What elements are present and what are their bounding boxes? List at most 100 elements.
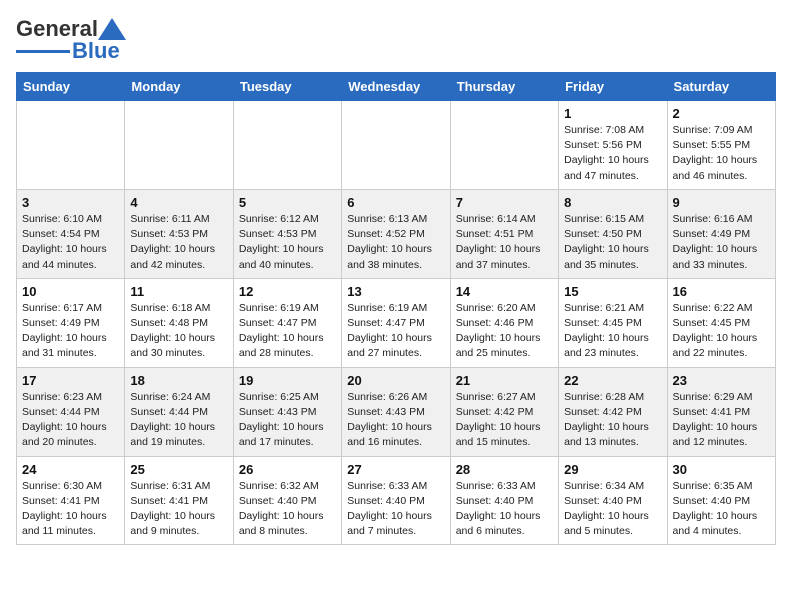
- day-info: Sunrise: 6:26 AM Sunset: 4:43 PM Dayligh…: [347, 390, 444, 451]
- day-info: Sunrise: 6:21 AM Sunset: 4:45 PM Dayligh…: [564, 301, 661, 362]
- day-info: Sunrise: 6:12 AM Sunset: 4:53 PM Dayligh…: [239, 212, 336, 273]
- day-info: Sunrise: 6:13 AM Sunset: 4:52 PM Dayligh…: [347, 212, 444, 273]
- day-number: 24: [22, 462, 119, 477]
- weekday-header-thursday: Thursday: [450, 73, 558, 101]
- day-info: Sunrise: 6:10 AM Sunset: 4:54 PM Dayligh…: [22, 212, 119, 273]
- day-info: Sunrise: 6:32 AM Sunset: 4:40 PM Dayligh…: [239, 479, 336, 540]
- calendar-cell: 2 Sunrise: 7:09 AM Sunset: 5:55 PM Daylig…: [667, 101, 775, 190]
- day-number: 13: [347, 284, 444, 299]
- calendar-cell: [233, 101, 341, 190]
- logo-blue-text: Blue: [72, 38, 120, 64]
- day-info: Sunrise: 6:22 AM Sunset: 4:45 PM Dayligh…: [673, 301, 770, 362]
- calendar-cell: [450, 101, 558, 190]
- calendar-cell: 15Sunrise: 6:21 AM Sunset: 4:45 PM Dayli…: [559, 278, 667, 367]
- day-number: 25: [130, 462, 227, 477]
- day-number: 6: [347, 195, 444, 210]
- day-number: 14: [456, 284, 553, 299]
- day-info: Sunrise: 6:19 AM Sunset: 4:47 PM Dayligh…: [347, 301, 444, 362]
- calendar-cell: 5Sunrise: 6:12 AM Sunset: 4:53 PM Daylig…: [233, 189, 341, 278]
- calendar-week-row: 17 Sunrise: 6:23 AM Sunset: 4:44 PM Dayli…: [17, 367, 776, 456]
- day-number: 4: [130, 195, 227, 210]
- day-number: 27: [347, 462, 444, 477]
- calendar-cell: 21 Sunrise: 6:27 AM Sunset: 4:42 PM Dayli…: [450, 367, 558, 456]
- calendar-cell: 20 Sunrise: 6:26 AM Sunset: 4:43 PM Dayli…: [342, 367, 450, 456]
- day-info: Sunrise: 6:23 AM Sunset: 4:44 PM Dayligh…: [22, 390, 119, 451]
- calendar-week-row: 3 Sunrise: 6:10 AM Sunset: 4:54 PM Daylig…: [17, 189, 776, 278]
- calendar-cell: 23 Sunrise: 6:29 AM Sunset: 4:41 PM Dayli…: [667, 367, 775, 456]
- calendar-cell: 13 Sunrise: 6:19 AM Sunset: 4:47 PM Dayli…: [342, 278, 450, 367]
- day-number: 12: [239, 284, 336, 299]
- day-number: 1: [564, 106, 661, 121]
- weekday-header-monday: Monday: [125, 73, 233, 101]
- day-info: Sunrise: 6:34 AM Sunset: 4:40 PM Dayligh…: [564, 479, 661, 540]
- day-number: 28: [456, 462, 553, 477]
- calendar-cell: 10 Sunrise: 6:17 AM Sunset: 4:49 PM Dayli…: [17, 278, 125, 367]
- day-info: Sunrise: 6:24 AM Sunset: 4:44 PM Dayligh…: [130, 390, 227, 451]
- calendar-cell: [342, 101, 450, 190]
- calendar-cell: 28Sunrise: 6:33 AM Sunset: 4:40 PM Dayli…: [450, 456, 558, 545]
- day-number: 29: [564, 462, 661, 477]
- calendar-cell: 17 Sunrise: 6:23 AM Sunset: 4:44 PM Dayli…: [17, 367, 125, 456]
- day-info: Sunrise: 6:15 AM Sunset: 4:50 PM Dayligh…: [564, 212, 661, 273]
- weekday-header-wednesday: Wednesday: [342, 73, 450, 101]
- calendar-cell: 4 Sunrise: 6:11 AM Sunset: 4:53 PM Daylig…: [125, 189, 233, 278]
- calendar-cell: [17, 101, 125, 190]
- day-info: Sunrise: 6:28 AM Sunset: 4:42 PM Dayligh…: [564, 390, 661, 451]
- weekday-header-saturday: Saturday: [667, 73, 775, 101]
- calendar-cell: 9 Sunrise: 6:16 AM Sunset: 4:49 PM Daylig…: [667, 189, 775, 278]
- day-number: 3: [22, 195, 119, 210]
- calendar-cell: 24Sunrise: 6:30 AM Sunset: 4:41 PM Dayli…: [17, 456, 125, 545]
- calendar-week-row: 1 Sunrise: 7:08 AM Sunset: 5:56 PM Daylig…: [17, 101, 776, 190]
- calendar-cell: 1 Sunrise: 7:08 AM Sunset: 5:56 PM Daylig…: [559, 101, 667, 190]
- day-info: Sunrise: 6:17 AM Sunset: 4:49 PM Dayligh…: [22, 301, 119, 362]
- day-number: 2: [673, 106, 770, 121]
- day-info: Sunrise: 6:16 AM Sunset: 4:49 PM Dayligh…: [673, 212, 770, 273]
- day-info: Sunrise: 6:33 AM Sunset: 4:40 PM Dayligh…: [347, 479, 444, 540]
- day-number: 23: [673, 373, 770, 388]
- weekday-header-friday: Friday: [559, 73, 667, 101]
- calendar-week-row: 24Sunrise: 6:30 AM Sunset: 4:41 PM Dayli…: [17, 456, 776, 545]
- weekday-header-tuesday: Tuesday: [233, 73, 341, 101]
- day-number: 30: [673, 462, 770, 477]
- calendar-week-row: 10 Sunrise: 6:17 AM Sunset: 4:49 PM Dayli…: [17, 278, 776, 367]
- day-info: Sunrise: 6:11 AM Sunset: 4:53 PM Dayligh…: [130, 212, 227, 273]
- calendar-cell: 22 Sunrise: 6:28 AM Sunset: 4:42 PM Dayli…: [559, 367, 667, 456]
- day-info: Sunrise: 6:19 AM Sunset: 4:47 PM Dayligh…: [239, 301, 336, 362]
- calendar-cell: 25 Sunrise: 6:31 AM Sunset: 4:41 PM Dayli…: [125, 456, 233, 545]
- calendar-cell: 12 Sunrise: 6:19 AM Sunset: 4:47 PM Dayli…: [233, 278, 341, 367]
- day-number: 26: [239, 462, 336, 477]
- logo-icon: [98, 18, 126, 40]
- day-number: 17: [22, 373, 119, 388]
- day-info: Sunrise: 6:29 AM Sunset: 4:41 PM Dayligh…: [673, 390, 770, 451]
- calendar-cell: 7Sunrise: 6:14 AM Sunset: 4:51 PM Daylig…: [450, 189, 558, 278]
- calendar-table: SundayMondayTuesdayWednesdayThursdayFrid…: [16, 72, 776, 545]
- day-info: Sunrise: 6:18 AM Sunset: 4:48 PM Dayligh…: [130, 301, 227, 362]
- calendar-cell: 6 Sunrise: 6:13 AM Sunset: 4:52 PM Daylig…: [342, 189, 450, 278]
- day-number: 18: [130, 373, 227, 388]
- day-number: 9: [673, 195, 770, 210]
- calendar-cell: 26 Sunrise: 6:32 AM Sunset: 4:40 PM Dayli…: [233, 456, 341, 545]
- day-info: Sunrise: 6:14 AM Sunset: 4:51 PM Dayligh…: [456, 212, 553, 273]
- calendar-cell: 8Sunrise: 6:15 AM Sunset: 4:50 PM Daylig…: [559, 189, 667, 278]
- day-info: Sunrise: 6:31 AM Sunset: 4:41 PM Dayligh…: [130, 479, 227, 540]
- header: General Blue: [16, 16, 776, 64]
- calendar-cell: 16 Sunrise: 6:22 AM Sunset: 4:45 PM Dayli…: [667, 278, 775, 367]
- calendar-cell: [125, 101, 233, 190]
- logo: General Blue: [16, 16, 126, 64]
- day-number: 22: [564, 373, 661, 388]
- calendar-body: 1 Sunrise: 7:08 AM Sunset: 5:56 PM Daylig…: [17, 101, 776, 545]
- day-number: 16: [673, 284, 770, 299]
- calendar-header-row: SundayMondayTuesdayWednesdayThursdayFrid…: [17, 73, 776, 101]
- calendar-cell: 14 Sunrise: 6:20 AM Sunset: 4:46 PM Dayli…: [450, 278, 558, 367]
- day-number: 11: [130, 284, 227, 299]
- day-info: Sunrise: 7:09 AM Sunset: 5:55 PM Dayligh…: [673, 123, 770, 184]
- day-number: 20: [347, 373, 444, 388]
- calendar-cell: 11 Sunrise: 6:18 AM Sunset: 4:48 PM Dayli…: [125, 278, 233, 367]
- calendar-cell: 30Sunrise: 6:35 AM Sunset: 4:40 PM Dayli…: [667, 456, 775, 545]
- day-number: 10: [22, 284, 119, 299]
- calendar-cell: 18 Sunrise: 6:24 AM Sunset: 4:44 PM Dayli…: [125, 367, 233, 456]
- day-info: Sunrise: 6:20 AM Sunset: 4:46 PM Dayligh…: [456, 301, 553, 362]
- day-info: Sunrise: 7:08 AM Sunset: 5:56 PM Dayligh…: [564, 123, 661, 184]
- day-number: 21: [456, 373, 553, 388]
- day-info: Sunrise: 6:27 AM Sunset: 4:42 PM Dayligh…: [456, 390, 553, 451]
